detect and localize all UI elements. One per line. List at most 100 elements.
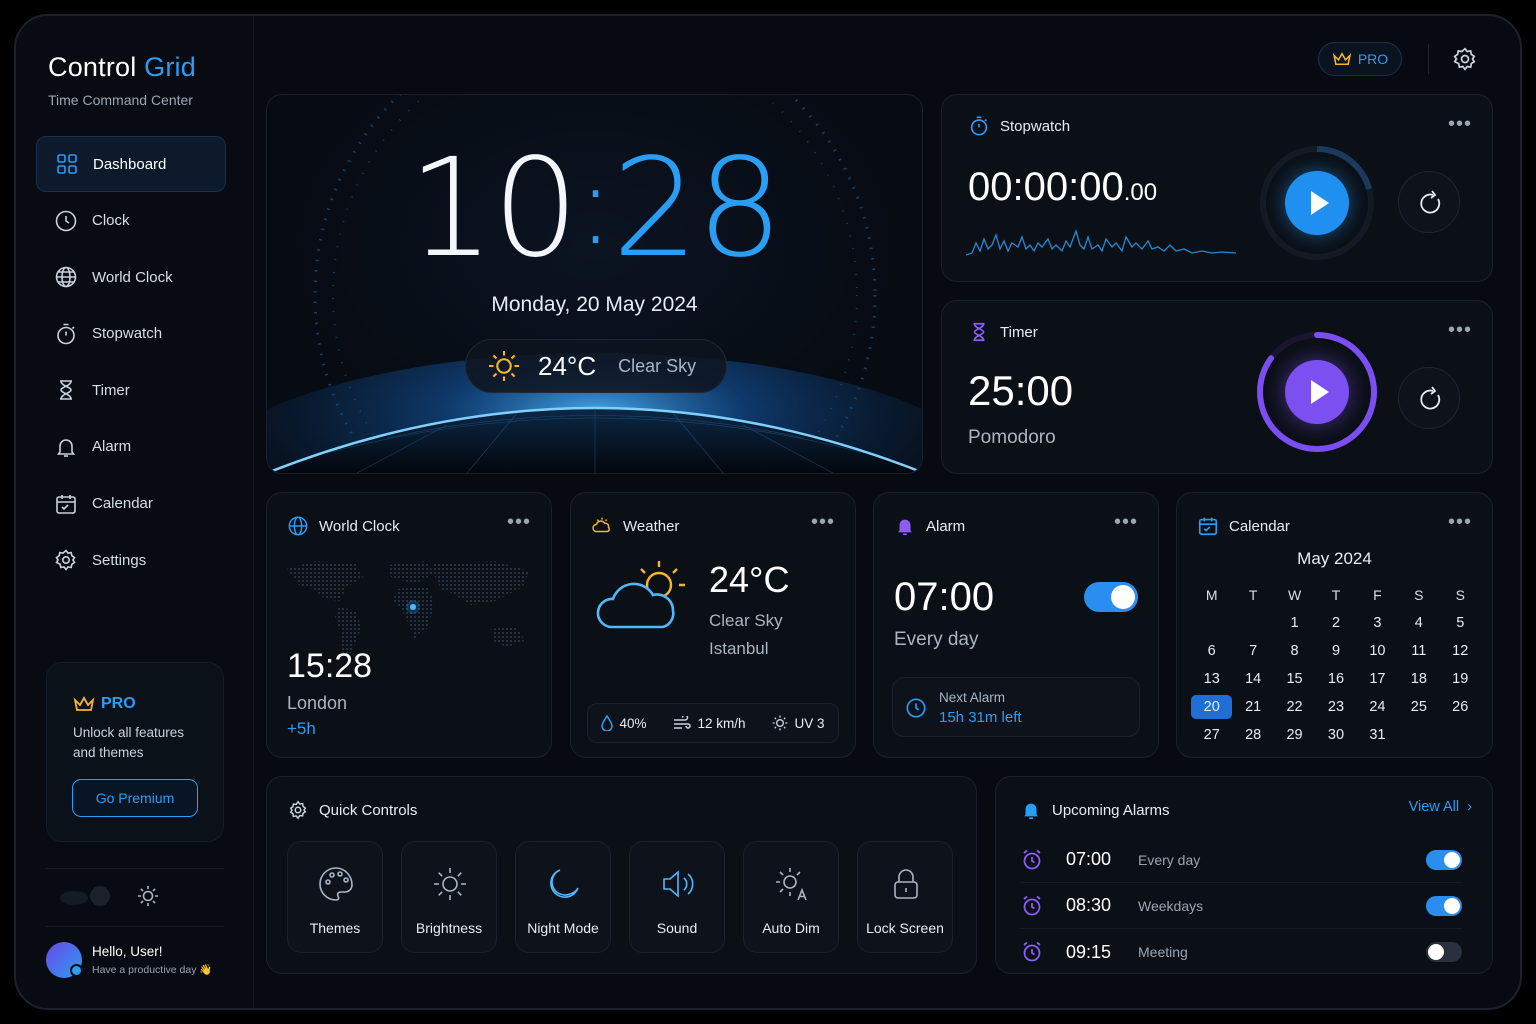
more-options-button[interactable]: •••	[507, 511, 531, 534]
sidebar-item-timer[interactable]: Timer	[36, 362, 226, 418]
sidebar-item-clock[interactable]: Clock	[36, 193, 226, 249]
quick-controls-card: Quick Controls Themes Brightness Night M…	[266, 776, 977, 974]
upcoming-alarm-row[interactable]: 09:15 Meeting	[1020, 929, 1462, 973]
calendar-day[interactable]: 25	[1398, 699, 1439, 715]
calendar-day[interactable]: 22	[1274, 699, 1315, 715]
card-title: Upcoming Alarms	[1020, 799, 1170, 821]
alarm-toggle[interactable]	[1084, 582, 1138, 612]
partly-cloudy-icon	[592, 517, 610, 533]
sidebar-item-label: Dashboard	[93, 155, 167, 173]
card-title: Stopwatch	[968, 115, 1070, 137]
more-options-button[interactable]: •••	[1448, 319, 1472, 342]
calendar-day[interactable]: 9	[1315, 643, 1356, 659]
settings-sliders-icon	[289, 800, 307, 820]
sun-cloud-icon	[596, 561, 685, 629]
calendar-day[interactable]: 17	[1357, 671, 1398, 687]
more-options-button[interactable]: •••	[1448, 511, 1472, 534]
go-premium-button[interactable]: Go Premium	[72, 779, 198, 817]
quick-control-lock-screen[interactable]: Lock Screen	[857, 841, 953, 953]
clock-weather-pill[interactable]: 24°C Clear Sky	[465, 339, 727, 393]
weekday-label: S	[1455, 587, 1465, 603]
calendar-day[interactable]: 6	[1191, 643, 1232, 659]
calendar-day[interactable]: 1	[1274, 615, 1315, 631]
calendar-grid: M T W T F S S 1 2 3 4 5 6 7 8 9 10 11 12 13 14 15 16 17 1…	[1191, 581, 1481, 749]
quick-control-themes[interactable]: Themes	[287, 841, 383, 953]
world-clock-card: World Clock ••• 15:28 London +5h	[266, 492, 552, 758]
calendar-day[interactable]: 27	[1191, 727, 1232, 743]
upcoming-alarm-row[interactable]: 07:00 Every day	[1020, 837, 1462, 883]
calendar-day[interactable]: 24	[1357, 699, 1398, 715]
gear-icon[interactable]	[1452, 46, 1478, 72]
palette-icon	[319, 867, 353, 901]
weekday-label: M	[1205, 587, 1218, 603]
sidebar-item-world-clock[interactable]: World Clock	[36, 249, 226, 305]
alarm-toggle[interactable]	[1426, 850, 1462, 870]
stopwatch-play-button[interactable]	[1285, 171, 1349, 235]
calendar-month: May 2024	[1297, 549, 1372, 568]
more-options-button[interactable]: •••	[1114, 511, 1138, 534]
pro-badge-button[interactable]: PRO	[1318, 42, 1402, 76]
sidebar-nav: Dashboard Clock World Clock Stopwatch Ti…	[36, 136, 226, 589]
calendar-day[interactable]: 28	[1232, 727, 1273, 743]
alarm-clock-icon	[1023, 849, 1041, 869]
sidebar-item-dashboard[interactable]: Dashboard	[36, 136, 226, 192]
alarm-toggle[interactable]	[1426, 942, 1462, 962]
quick-control-auto-dim[interactable]: Auto Dim	[743, 841, 839, 953]
calendar-day[interactable]: 10	[1357, 643, 1398, 659]
calendar-day[interactable]: 26	[1440, 699, 1481, 715]
upcoming-alarm-row[interactable]: 08:30 Weekdays	[1020, 883, 1462, 929]
calendar-day[interactable]: 7	[1232, 643, 1273, 659]
calendar-day[interactable]: 19	[1440, 671, 1481, 687]
stopwatch-reset-button[interactable]	[1398, 171, 1460, 233]
timer-reset-button[interactable]	[1398, 367, 1460, 429]
stopwatch-waveform	[966, 228, 1236, 256]
clock-icon	[55, 210, 77, 231]
view-all-link[interactable]: View All ›	[1409, 799, 1472, 815]
calendar-day[interactable]: 2	[1315, 615, 1356, 631]
calendar-day[interactable]: 3	[1357, 615, 1398, 631]
calendar-day[interactable]: 15	[1274, 671, 1315, 687]
bell-icon	[898, 519, 912, 536]
moon-cloud-icon[interactable]	[58, 884, 112, 908]
clock-date: Monday, 20 May 2024	[491, 293, 698, 316]
alarm-toggle[interactable]	[1426, 896, 1462, 916]
next-alarm-label: Next Alarm	[939, 690, 1006, 705]
calendar-day[interactable]: 18	[1398, 671, 1439, 687]
calendar-day[interactable]: 4	[1398, 615, 1439, 631]
calendar-day[interactable]: 12	[1440, 643, 1481, 659]
divider	[46, 868, 224, 869]
calendar-day[interactable]: 8	[1274, 643, 1315, 659]
calendar-day[interactable]: 29	[1274, 727, 1315, 743]
more-options-button[interactable]: •••	[1448, 113, 1472, 136]
calendar-day[interactable]: 5	[1440, 615, 1481, 631]
sidebar-item-alarm[interactable]: Alarm	[36, 419, 226, 475]
sidebar-item-label: Calendar	[92, 495, 153, 513]
user-profile[interactable]: Hello, User! Have a productive day 👋	[46, 942, 212, 978]
timer-play-button[interactable]	[1285, 360, 1349, 424]
calendar-day[interactable]: 30	[1315, 727, 1356, 743]
calendar-day[interactable]: 31	[1357, 727, 1398, 743]
sidebar-item-label: Stopwatch	[92, 325, 163, 343]
sidebar-item-settings[interactable]: Settings	[36, 532, 226, 588]
sidebar-item-stopwatch[interactable]: Stopwatch	[36, 306, 226, 362]
quick-control-sound[interactable]: Sound	[629, 841, 725, 953]
calendar-day[interactable]: 16	[1315, 671, 1356, 687]
moon-icon	[550, 869, 579, 898]
calendar-day[interactable]: 23	[1315, 699, 1356, 715]
sidebar-item-calendar[interactable]: Calendar	[36, 476, 226, 532]
alarm-time: 08:30	[1066, 895, 1112, 915]
calendar-day[interactable]: 21	[1232, 699, 1273, 715]
calendar-day-today[interactable]: 20	[1191, 695, 1233, 719]
calendar-day[interactable]: 14	[1232, 671, 1273, 687]
calendar-week-row: 13 14 15 16 17 18 19	[1191, 665, 1481, 693]
calendar-day[interactable]: 11	[1398, 643, 1439, 659]
quick-control-night-mode[interactable]: Night Mode	[515, 841, 611, 953]
sidebar-item-label: World Clock	[92, 268, 173, 286]
quick-control-brightness[interactable]: Brightness	[401, 841, 497, 953]
sun-icon[interactable]	[136, 884, 160, 908]
more-options-button[interactable]: •••	[811, 511, 835, 534]
divider	[46, 926, 224, 927]
calendar-day[interactable]: 13	[1191, 671, 1232, 687]
world-clock-time: 15:28	[287, 647, 373, 685]
next-alarm-box: Next Alarm 15h 31m left	[892, 677, 1140, 737]
